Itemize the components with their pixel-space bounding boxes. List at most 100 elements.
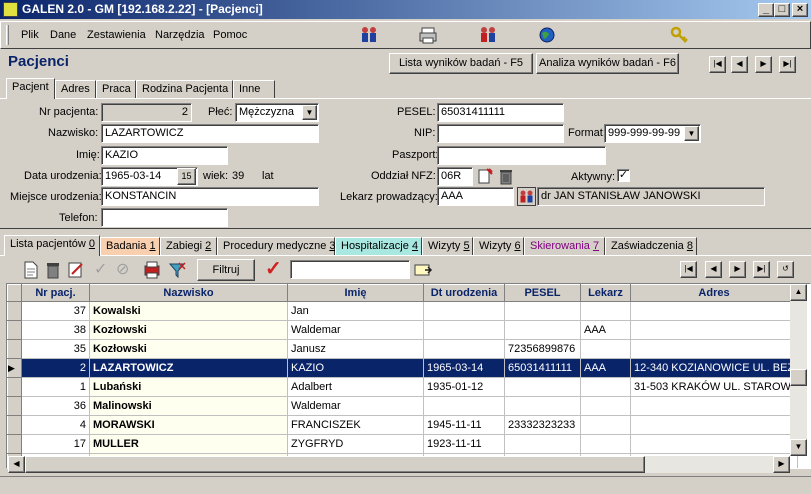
doctor-lookup-icon[interactable] [517,187,536,206]
app-icon[interactable] [3,2,18,17]
tab-praca[interactable]: Praca [96,80,136,99]
delete-icon[interactable] [44,260,62,280]
scroll-h-thumb[interactable] [25,456,645,473]
row-indicator [7,415,22,435]
lekarz-code-field[interactable]: AAA [437,187,514,206]
edit-record-icon[interactable] [67,260,85,280]
pesel-label: PESEL: [397,106,436,118]
horizontal-scrollbar[interactable]: ◀ ▶ [8,456,790,473]
list-first-button[interactable]: |◀ [680,261,697,278]
aktywny-checkbox[interactable]: ✓ [617,169,630,182]
results-analysis-button[interactable]: Analiza wyników badań - F6 [536,53,679,74]
nip-field[interactable] [437,124,564,143]
table-row[interactable]: 4 MORAWSKI FRANCISZEK 1945-11-11 23332323233 [7,415,798,435]
scroll-up-button[interactable]: ▲ [790,284,807,301]
prev-record-button[interactable]: ◀ [731,56,748,73]
trash-icon[interactable] [497,167,515,185]
table-row[interactable]: 35 Kozłowski Janusz 72356899876 [7,339,798,359]
table-row[interactable]: 37 Kowalski Jan [7,301,798,321]
tab-wizyty-6[interactable]: Wizyty 6 [473,237,524,256]
tab-hospitalizacje[interactable]: Hospitalizacje 4 [335,237,422,256]
filter-clear-icon[interactable] [167,260,187,280]
column-header-pesel[interactable]: PESEL [504,284,581,302]
filter-button[interactable]: Filtruj [197,259,255,281]
column-header-lekarz[interactable]: Lekarz [580,284,631,302]
chevron-down-icon[interactable]: ▼ [302,105,317,120]
search-go-icon[interactable] [413,261,433,279]
users-icon[interactable] [358,25,380,45]
tab-zaswiadczenia[interactable]: Zaświadczenia 8 [605,237,697,256]
table-row[interactable]: 17 MULLER ZYGFRYD 1923-11-11 [7,434,798,454]
miejsce-field[interactable]: KONSTANCIN [101,187,319,206]
calendar-icon[interactable]: 15 [177,168,196,185]
close-button[interactable]: × [792,3,808,17]
menu-zestawienia[interactable]: Zestawienia [87,29,146,41]
globe-icon[interactable] [536,25,558,45]
scroll-thumb[interactable] [790,369,807,386]
tab-adres[interactable]: Adres [55,80,96,99]
print-icon[interactable] [142,260,162,280]
scroll-right-button[interactable]: ▶ [773,456,790,473]
paszport-field[interactable] [437,146,606,165]
column-header-nr[interactable]: Nr pacj. [21,284,90,302]
menu-narzedzia[interactable]: Narzędzia [155,29,205,41]
tab-zabiegi[interactable]: Zabiegi 2 [160,237,217,256]
key-icon[interactable] [669,25,691,45]
wiek-value: 39 [232,170,245,182]
results-list-button[interactable]: Lista wyników badań - F5 [389,53,533,74]
list-next-button[interactable]: ▶ [729,261,746,278]
column-header-nazwisko[interactable]: Nazwisko [89,284,288,302]
tab-skierowania[interactable]: Skierowania 7 [524,237,605,256]
people-icon[interactable] [477,25,499,45]
tab-pacjent[interactable]: Pacjent [6,78,55,99]
cancel-icon[interactable]: ⊘ [116,260,134,280]
printer-icon[interactable] [417,25,439,45]
cell-pesel [504,396,581,416]
vertical-scrollbar[interactable]: ▲ ▼ [790,284,807,456]
tab-procedury[interactable]: Procedury medyczne 3 [217,237,336,256]
menu-dane[interactable]: Dane [50,29,76,41]
search-input[interactable] [290,260,410,279]
menu-grip [6,25,9,45]
checkmark-icon[interactable]: ✓ [265,258,285,280]
last-record-button[interactable]: ▶| [779,56,796,73]
menu-plik[interactable]: Plik [21,29,39,41]
list-last-button[interactable]: ▶| [753,261,770,278]
cell-adres [630,434,798,454]
list-refresh-button[interactable]: ↺ [777,261,794,278]
column-header-dt-urodzenia[interactable]: Dt urodzenia [423,284,505,302]
lat-label: lat [262,170,274,182]
maximize-button[interactable]: □ [774,3,790,17]
first-record-button[interactable]: |◀ [709,56,726,73]
confirm-icon[interactable]: ✓ [94,260,110,280]
table-row[interactable]: ▶ 2 LAZARTOWICZ KAZIO 1965-03-14 65031411111 A… [7,358,798,378]
tab-badania[interactable]: Badania 1 [100,237,160,256]
cell-adres [630,396,798,416]
table-row[interactable]: 38 Kozłowski Waldemar AAA [7,320,798,340]
scroll-left-button[interactable]: ◀ [8,456,25,473]
tab-lista-pacjentow[interactable]: Lista pacjentów 0 [4,235,100,256]
menu-pomoc[interactable]: Pomoc [213,29,247,41]
list-prev-button[interactable]: ◀ [705,261,722,278]
tab-inne[interactable]: Inne [233,80,275,99]
nazwisko-field[interactable]: LAZARTOWICZ [101,124,319,143]
add-document-icon[interactable] [476,167,494,185]
tab-rodzina[interactable]: Rodzina Pacjenta [136,80,233,99]
cell-nr: 4 [21,415,90,435]
next-record-button[interactable]: ▶ [755,56,772,73]
column-header-imie[interactable]: Imię [287,284,424,302]
scroll-down-button[interactable]: ▼ [790,439,807,456]
oddzial-field[interactable]: 06R [437,167,473,186]
new-record-icon[interactable] [22,260,40,280]
cell-adres [630,320,798,340]
table-row[interactable]: 1 Lubański Adalbert 1935-01-12 31-503 KRAKÓW… [7,377,798,397]
cell-adres [630,339,798,359]
telefon-field[interactable] [101,208,228,227]
column-header-adres[interactable]: Adres [630,284,798,302]
chevron-down-icon[interactable]: ▼ [684,126,699,141]
pesel-field[interactable]: 65031411111 [437,103,564,122]
imie-field[interactable]: KAZIO [101,146,228,165]
tab-wizyty-5[interactable]: Wizyty 5 [422,237,473,256]
table-row[interactable]: 36 Malinowski Waldemar [7,396,798,416]
minimize-button[interactable]: _ [758,3,774,17]
